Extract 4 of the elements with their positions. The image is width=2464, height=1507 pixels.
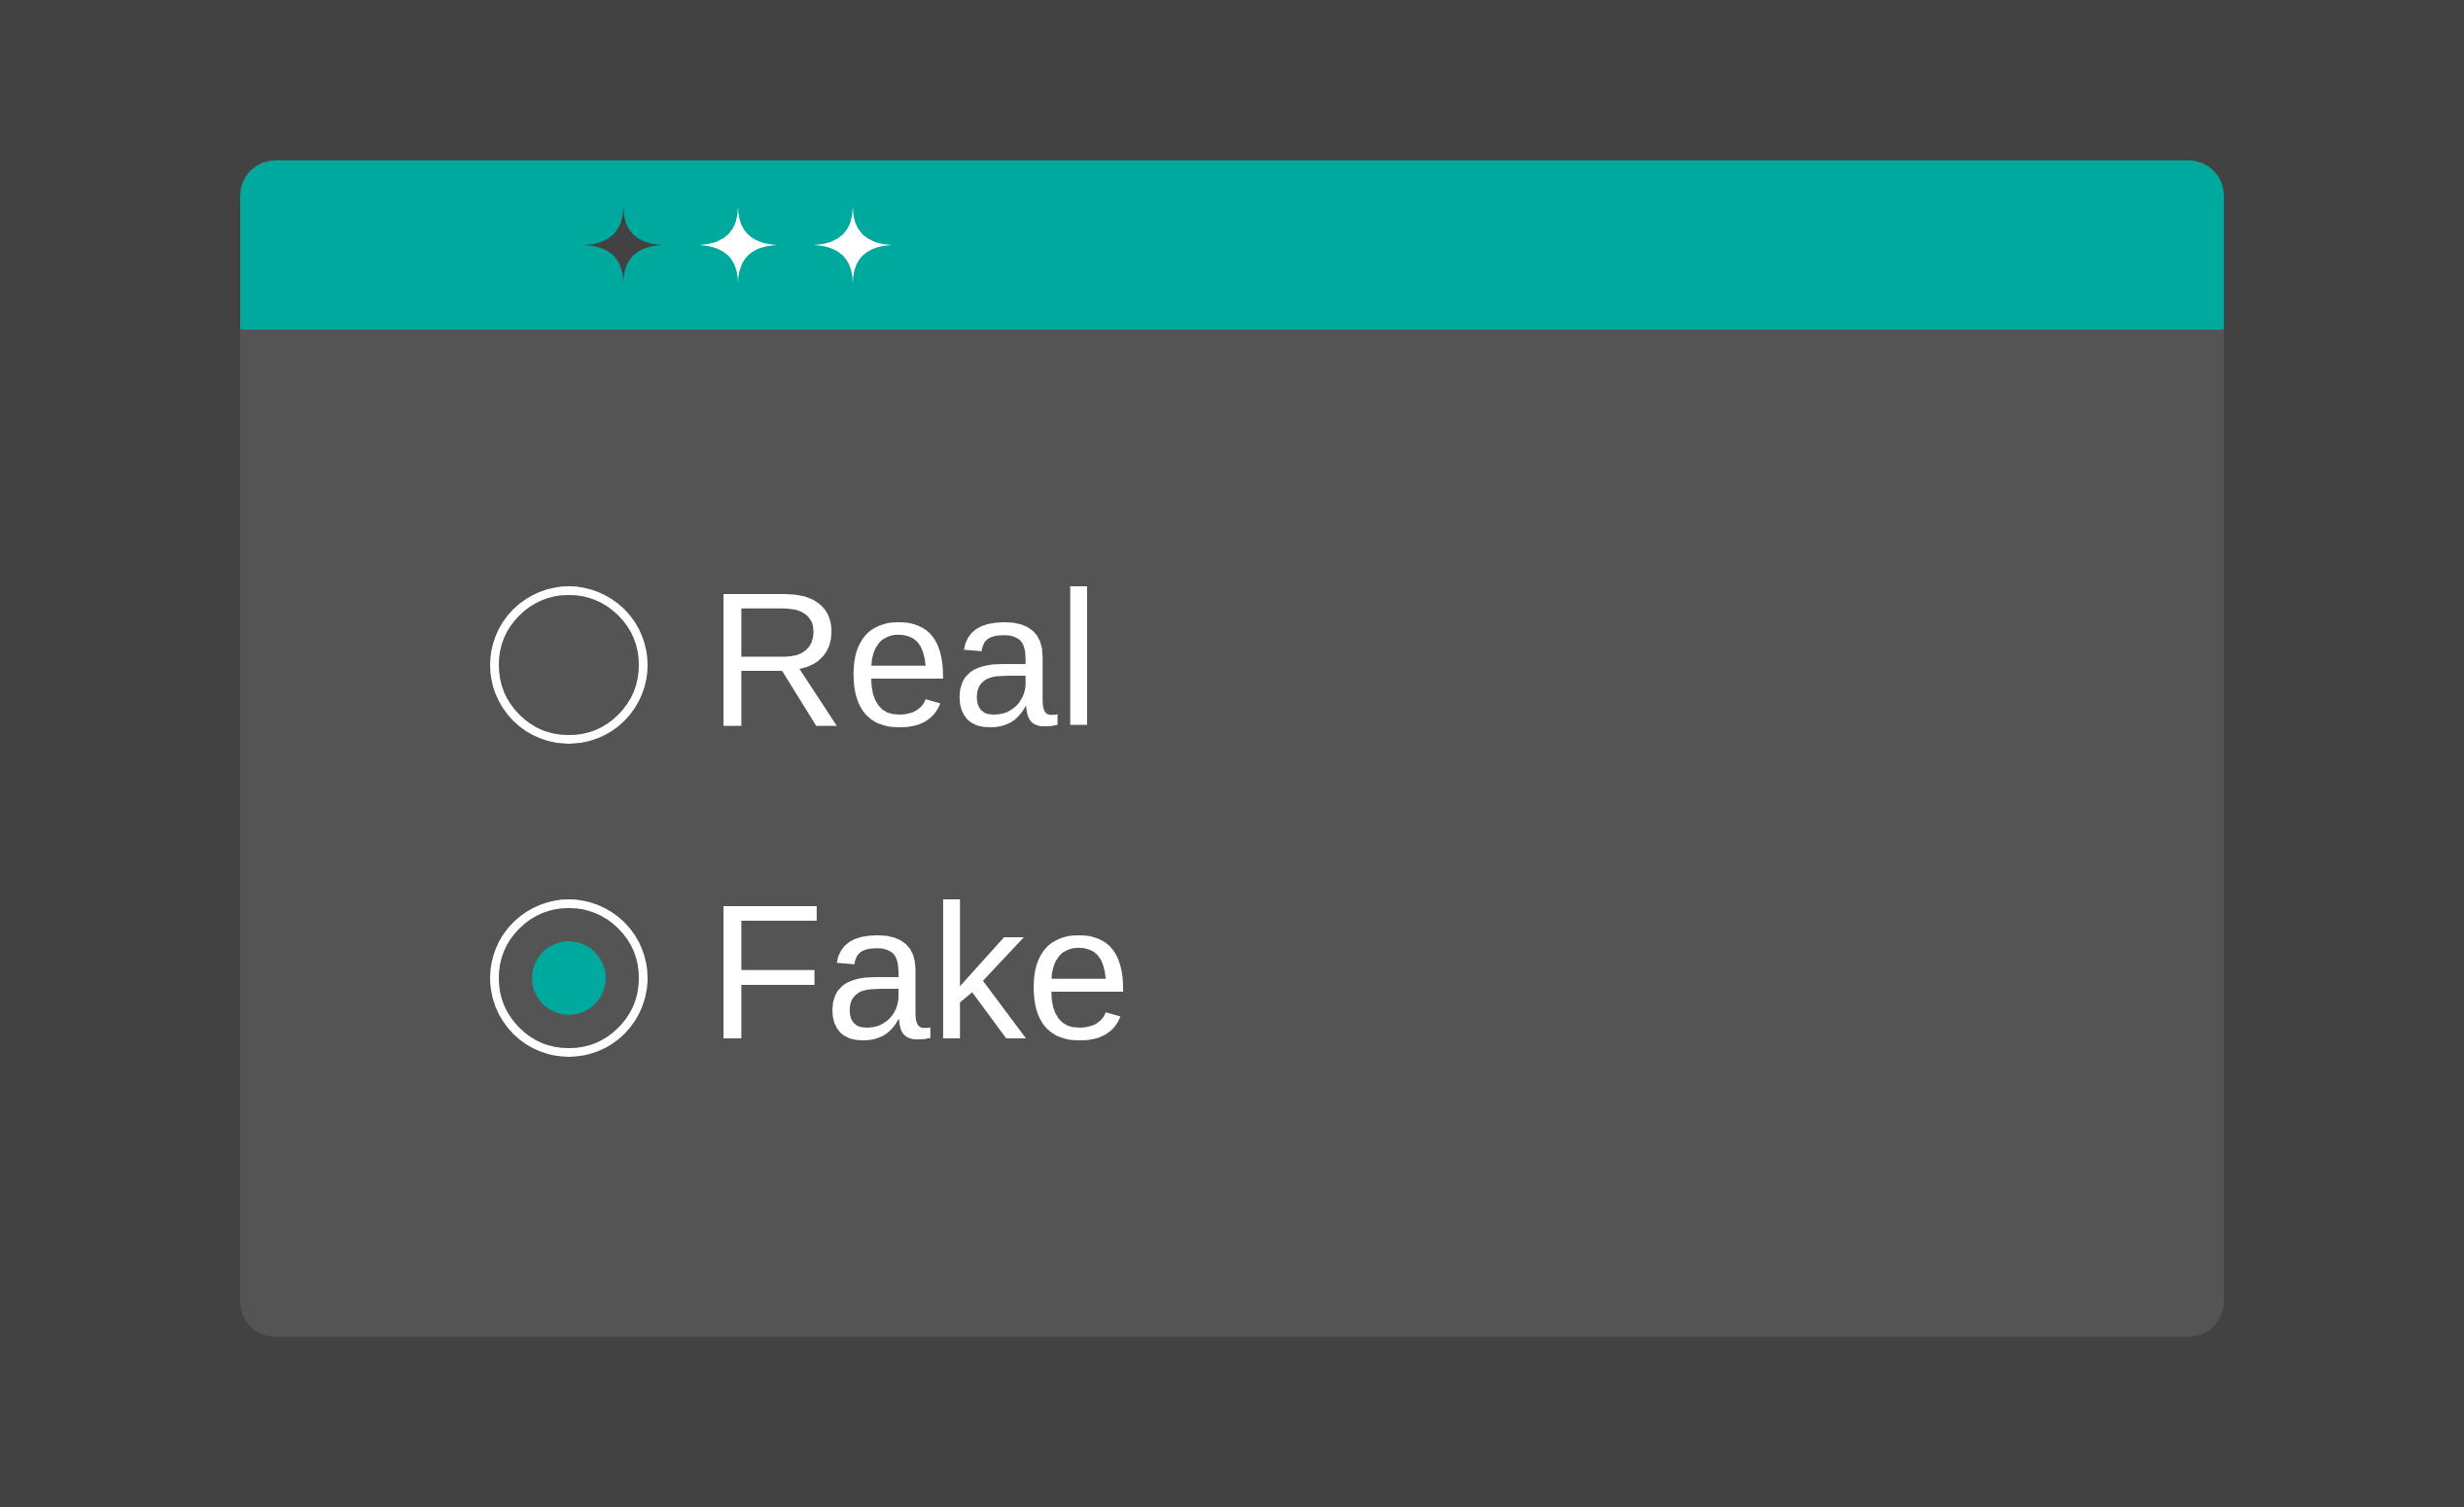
radio-button[interactable]	[490, 899, 648, 1057]
option-label: Fake	[708, 878, 1132, 1078]
option-label: Real	[708, 565, 1101, 765]
radio-button[interactable]	[490, 586, 648, 744]
